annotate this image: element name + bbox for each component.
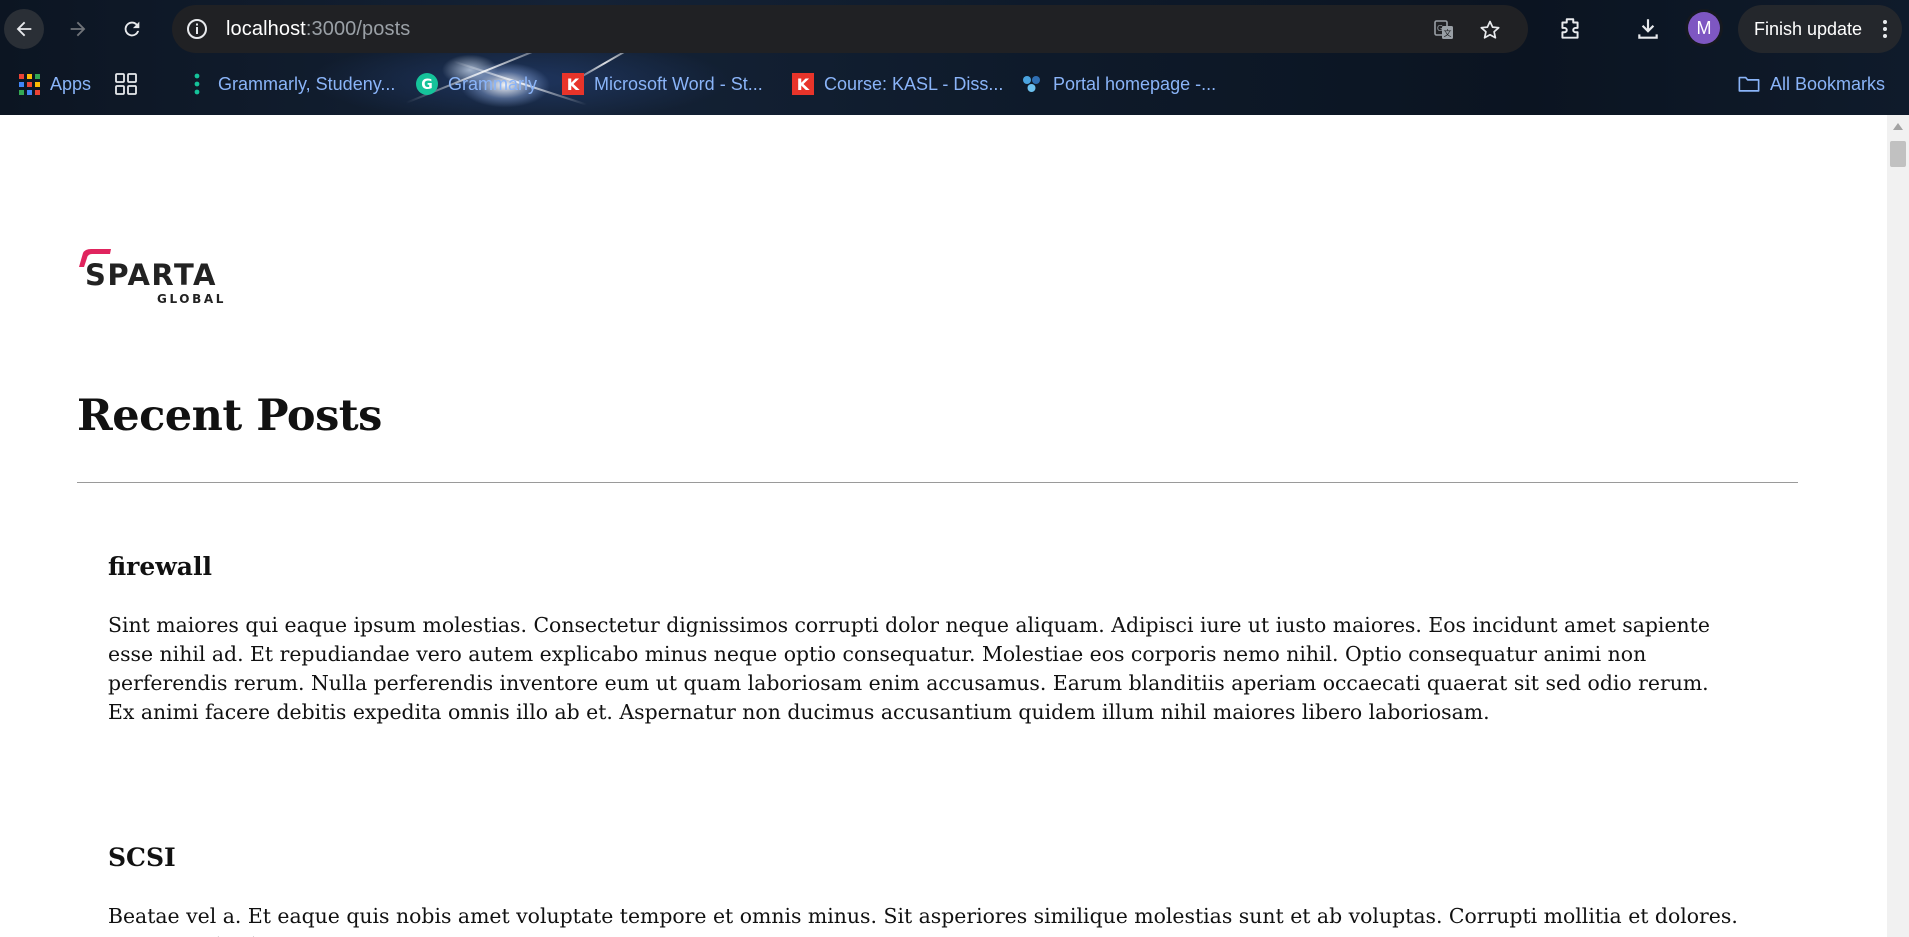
logo-graphic: SPARTA GLOBAL bbox=[79, 249, 226, 306]
portal-icon bbox=[1021, 73, 1043, 95]
reload-icon bbox=[124, 21, 140, 37]
bookmark-label: Grammarly, Studeny... bbox=[218, 73, 396, 94]
forward-arrow-icon bbox=[70, 21, 86, 37]
bookmark-label: Grammarly bbox=[448, 73, 537, 94]
finish-update-label: Finish update bbox=[1754, 18, 1863, 39]
folder-icon bbox=[1738, 73, 1760, 95]
post-item: SCSI Beatae vel a. Et eaque quis nobis a… bbox=[108, 843, 1738, 937]
post-title[interactable]: SCSI bbox=[108, 843, 1738, 872]
forward-button[interactable] bbox=[58, 9, 98, 49]
all-bookmarks-button[interactable]: All Bookmarks bbox=[1738, 65, 1885, 103]
sparta-global-logo[interactable]: SPARTA GLOBAL bbox=[77, 247, 229, 306]
svg-text:G: G bbox=[1437, 24, 1443, 33]
site-info-icon[interactable] bbox=[184, 16, 210, 42]
tab-groups-icon bbox=[115, 73, 137, 95]
scrollbar-thumb[interactable] bbox=[1890, 141, 1906, 167]
bookmark-course-kasl[interactable]: K Course: KASL - Diss... bbox=[792, 65, 1003, 103]
download-icon[interactable] bbox=[1631, 12, 1665, 46]
back-arrow-icon bbox=[16, 21, 32, 37]
all-bookmarks-label: All Bookmarks bbox=[1770, 73, 1886, 94]
svg-text:G: G bbox=[421, 77, 433, 93]
bookmark-star-icon[interactable] bbox=[1477, 17, 1503, 43]
svg-text:文: 文 bbox=[1444, 28, 1452, 38]
bookmark-grammarly-student[interactable]: Grammarly, Studeny... bbox=[186, 65, 395, 103]
back-button[interactable] bbox=[4, 9, 44, 49]
svg-text:K: K bbox=[797, 75, 810, 94]
bookmark-microsoft-word[interactable]: K Microsoft Word - St... bbox=[562, 65, 763, 103]
svg-text:K: K bbox=[567, 75, 580, 94]
tab-groups-button[interactable] bbox=[115, 65, 147, 103]
url-host: localhost bbox=[226, 18, 306, 40]
bookmark-portal-homepage[interactable]: Portal homepage -... bbox=[1021, 65, 1216, 103]
bookmark-label: Course: KASL - Diss... bbox=[824, 73, 1004, 94]
logo-text-global: GLOBAL bbox=[157, 292, 226, 305]
post-body: Beatae vel a. Et eaque quis nobis amet v… bbox=[108, 904, 1738, 937]
bookmarks-bar: Apps Grammarly, Studeny... G Grammarly K… bbox=[0, 65, 1909, 105]
apps-grid-icon bbox=[18, 73, 40, 95]
bookmark-label: Portal homepage -... bbox=[1053, 73, 1217, 94]
bookmark-grammarly[interactable]: G Grammarly bbox=[416, 65, 537, 103]
page-title: Recent Posts bbox=[77, 391, 382, 441]
post-item: firewall Sint maiores qui eaque ipsum mo… bbox=[108, 552, 1738, 724]
k-icon: K bbox=[792, 73, 814, 95]
scroll-up-arrow-icon[interactable] bbox=[1893, 123, 1903, 130]
page-scrollbar[interactable] bbox=[1887, 115, 1909, 937]
extensions-icon[interactable] bbox=[1553, 12, 1587, 46]
page-content: SPARTA GLOBAL Recent Posts firewall Sint… bbox=[0, 115, 1887, 937]
divider bbox=[77, 482, 1798, 483]
k-icon: K bbox=[562, 73, 584, 95]
logo-text-sparta: SPARTA bbox=[85, 258, 217, 292]
url-path: :3000/posts bbox=[305, 18, 411, 40]
browser-chrome: localhost:3000/posts 文G M Finish update bbox=[0, 0, 1909, 115]
url-text: localhost:3000/posts bbox=[226, 18, 410, 41]
finish-update-button[interactable]: Finish update bbox=[1738, 5, 1902, 53]
profile-avatar[interactable]: M bbox=[1688, 12, 1720, 44]
kebab-menu-icon[interactable] bbox=[1882, 17, 1888, 46]
address-bar[interactable]: localhost:3000/posts 文G bbox=[172, 5, 1528, 53]
grammarly-dots-icon bbox=[186, 73, 208, 95]
post-body: Sint maiores qui eaque ipsum molestias. … bbox=[108, 613, 1710, 724]
translate-icon[interactable]: 文G bbox=[1431, 17, 1457, 43]
bookmark-label: Apps bbox=[50, 73, 92, 94]
reload-button[interactable] bbox=[112, 9, 152, 49]
post-title[interactable]: firewall bbox=[108, 552, 1738, 581]
bookmark-label: Microsoft Word - St... bbox=[594, 73, 763, 94]
browser-toolbar: localhost:3000/posts 文G M Finish update bbox=[0, 0, 1909, 58]
bookmark-apps[interactable]: Apps bbox=[18, 65, 91, 103]
grammarly-icon: G bbox=[416, 73, 438, 95]
